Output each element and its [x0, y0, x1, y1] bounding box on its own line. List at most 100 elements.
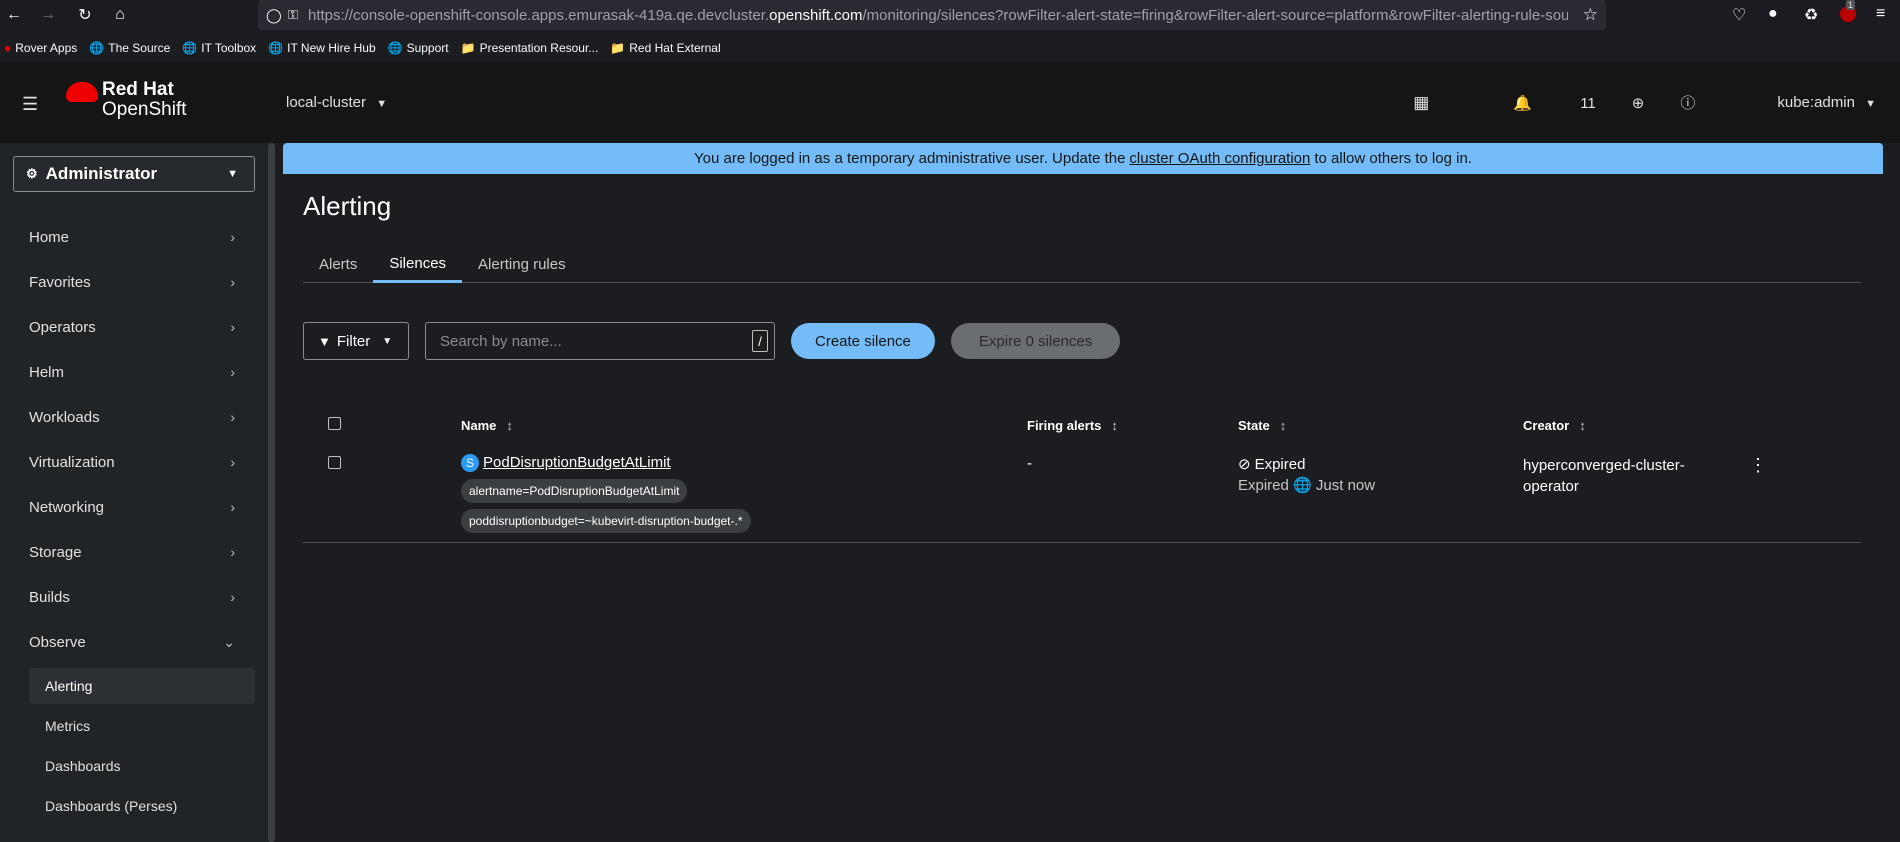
tab-alerting-rules[interactable]: Alerting rules: [462, 246, 582, 283]
create-silence-button[interactable]: Create silence: [791, 323, 935, 359]
chevron-down-icon: ⌄: [223, 633, 235, 650]
bookmark-star-icon[interactable]: ☆: [1583, 5, 1598, 25]
temporary-admin-banner: You are logged in as a temporary adminis…: [283, 143, 1883, 174]
extension-badge-count: 1: [1846, 0, 1856, 10]
row-checkbox[interactable]: [328, 456, 341, 469]
sidebar-item-builds[interactable]: Builds ›: [0, 577, 255, 617]
redhat-icon: ●: [4, 41, 12, 55]
globe-icon: 🌐: [1293, 477, 1312, 494]
back-icon[interactable]: ←: [0, 1, 28, 29]
column-header-creator[interactable]: Creator ↕: [1523, 418, 1586, 433]
caret-down-icon: ▼: [227, 168, 238, 180]
toolbar: ▼ Filter ▼ Search by name... / Create silen…: [303, 322, 1121, 360]
cluster-selector[interactable]: local-cluster ▼: [286, 94, 387, 111]
main-content: You are logged in as a temporary adminis…: [283, 143, 1883, 842]
globe-icon: 🌐: [182, 41, 198, 55]
perspective-switcher[interactable]: ⚙ Administrator ▼: [13, 156, 255, 192]
chevron-right-icon: ›: [230, 589, 235, 605]
silence-name-link[interactable]: PodDisruptionBudgetAtLimit: [483, 454, 671, 471]
sidebar-item-workloads[interactable]: Workloads ›: [0, 397, 255, 437]
browser-toolbar: ← → ↻ ⌂ ◯ ⚿ https://console-openshift-co…: [0, 0, 1900, 30]
chevron-right-icon: ›: [230, 274, 235, 290]
help-icon[interactable]: ⓘ: [1680, 92, 1695, 113]
user-menu[interactable]: kube:admin ▼: [1733, 94, 1876, 111]
sort-icon: ↕: [1579, 418, 1586, 433]
sidebar-scrollbar[interactable]: [268, 143, 275, 842]
chevron-right-icon: ›: [230, 454, 235, 470]
globe-icon: 🌐: [268, 41, 284, 55]
folder-icon: 📁: [610, 41, 626, 55]
sort-icon: ↕: [1279, 418, 1287, 433]
column-header-name[interactable]: Name ↕: [461, 418, 513, 433]
bookmark-it-toolbox[interactable]: 🌐 IT Toolbox: [182, 41, 256, 55]
sidebar-item-helm[interactable]: Helm ›: [0, 352, 255, 392]
matcher-label: alertname=PodDisruptionBudgetAtLimit: [461, 479, 688, 503]
masthead: ☰ Red Hat OpenShift local-cluster ▼ ▦ 🔔 …: [0, 62, 1900, 143]
caret-down-icon: ▼: [1865, 98, 1876, 110]
tab-alerts[interactable]: Alerts: [303, 246, 373, 283]
chevron-right-icon: ›: [230, 409, 235, 425]
kebab-menu-icon[interactable]: ⋮: [1749, 455, 1767, 476]
sort-icon: ↕: [1111, 418, 1118, 433]
sidebar-item-home[interactable]: Home ›: [0, 217, 255, 257]
column-header-firing-alerts[interactable]: Firing alerts ↕: [1027, 418, 1118, 433]
silence-name: S PodDisruptionBudgetAtLimit: [461, 454, 671, 472]
bookmark-red-hat-external[interactable]: 📁 Red Hat External: [610, 41, 720, 55]
ban-icon: ⊘: [1238, 456, 1251, 473]
silence-state: ⊘ Expired: [1238, 456, 1306, 473]
caret-down-icon: ▼: [382, 335, 393, 347]
oauth-config-link[interactable]: cluster OAuth configuration: [1129, 150, 1310, 167]
bookmark-presentation-resources[interactable]: 📁 Presentation Resour...: [461, 41, 599, 55]
url-bar[interactable]: ◯ ⚿ https://console-openshift-console.ap…: [258, 0, 1606, 30]
search-input[interactable]: Search by name... /: [425, 322, 775, 360]
sidebar-item-observe[interactable]: Observe ⌄: [0, 622, 255, 662]
bookmark-the-source[interactable]: 🌐 The Source: [89, 41, 170, 55]
reload-icon[interactable]: ↻: [71, 1, 99, 29]
extensions-icon[interactable]: ♻: [1804, 5, 1818, 25]
home-icon[interactable]: ⌂: [106, 1, 134, 29]
sidebar-subitem-dashboards-perses[interactable]: Dashboards (Perses): [29, 788, 255, 824]
firing-alerts-value: -: [1027, 455, 1032, 472]
bookmarks-bar: ● Rover Apps 🌐 The Source 🌐 IT Toolbox 🌐 IT …: [0, 37, 1900, 59]
matcher-label: poddisruptionbudget=~kubevirt-disruption…: [461, 509, 751, 533]
folder-icon: 📁: [460, 41, 476, 55]
tab-silences[interactable]: Silences: [373, 246, 463, 283]
app-launcher-icon[interactable]: ▦: [1413, 93, 1429, 113]
sidebar-item-favorites[interactable]: Favorites ›: [0, 262, 255, 302]
filter-icon: ▼: [318, 333, 331, 349]
quick-create-icon[interactable]: ⊕: [1632, 94, 1645, 112]
bookmark-it-new-hire-hub[interactable]: 🌐 IT New Hire Hub: [268, 41, 375, 55]
sidebar-subitem-metrics[interactable]: Metrics: [29, 708, 255, 744]
redhat-hat-icon: [66, 82, 98, 102]
select-all-checkbox[interactable]: [328, 417, 341, 430]
filter-button[interactable]: ▼ Filter ▼: [303, 322, 409, 360]
sidebar-item-storage[interactable]: Storage ›: [0, 532, 255, 572]
sidebar-item-operators[interactable]: Operators ›: [0, 307, 255, 347]
bookmark-rover-apps[interactable]: ● Rover Apps: [4, 41, 77, 55]
globe-icon: 🌐: [89, 41, 105, 55]
bookmark-support[interactable]: 🌐 Support: [388, 41, 449, 55]
row-divider: [303, 542, 1861, 543]
sidebar-item-virtualization[interactable]: Virtualization ›: [0, 442, 255, 482]
sidebar-subitem-dashboards[interactable]: Dashboards: [29, 748, 255, 784]
column-header-state[interactable]: State ↕: [1238, 418, 1286, 433]
openshift-logo[interactable]: Red Hat OpenShift: [66, 80, 187, 120]
account-icon[interactable]: ●: [1768, 5, 1778, 23]
silence-creator: hyperconverged-cluster-operator: [1523, 457, 1685, 495]
caret-down-icon: ▼: [376, 98, 388, 110]
forward-icon[interactable]: →: [34, 1, 62, 29]
menu-icon[interactable]: ≡: [1876, 5, 1885, 23]
tab-bar: Alerts Silences Alerting rules: [303, 246, 1861, 283]
pocket-icon[interactable]: ♡: [1732, 5, 1746, 25]
expire-silences-button[interactable]: Expire 0 silences: [950, 323, 1121, 359]
cog-icon: ⚙: [26, 166, 38, 181]
silence-badge-icon: S: [461, 454, 479, 472]
sidebar-item-networking[interactable]: Networking ›: [0, 487, 255, 527]
hamburger-menu-icon[interactable]: ☰: [22, 94, 38, 115]
keyboard-shortcut-hint: /: [752, 330, 768, 352]
chevron-right-icon: ›: [230, 364, 235, 380]
silence-state-detail: Expired 🌐 Just now: [1238, 477, 1376, 494]
chevron-right-icon: ›: [230, 319, 235, 335]
sidebar-subitem-alerting[interactable]: Alerting: [29, 668, 255, 704]
notifications-button[interactable]: 🔔 11: [1469, 94, 1595, 112]
